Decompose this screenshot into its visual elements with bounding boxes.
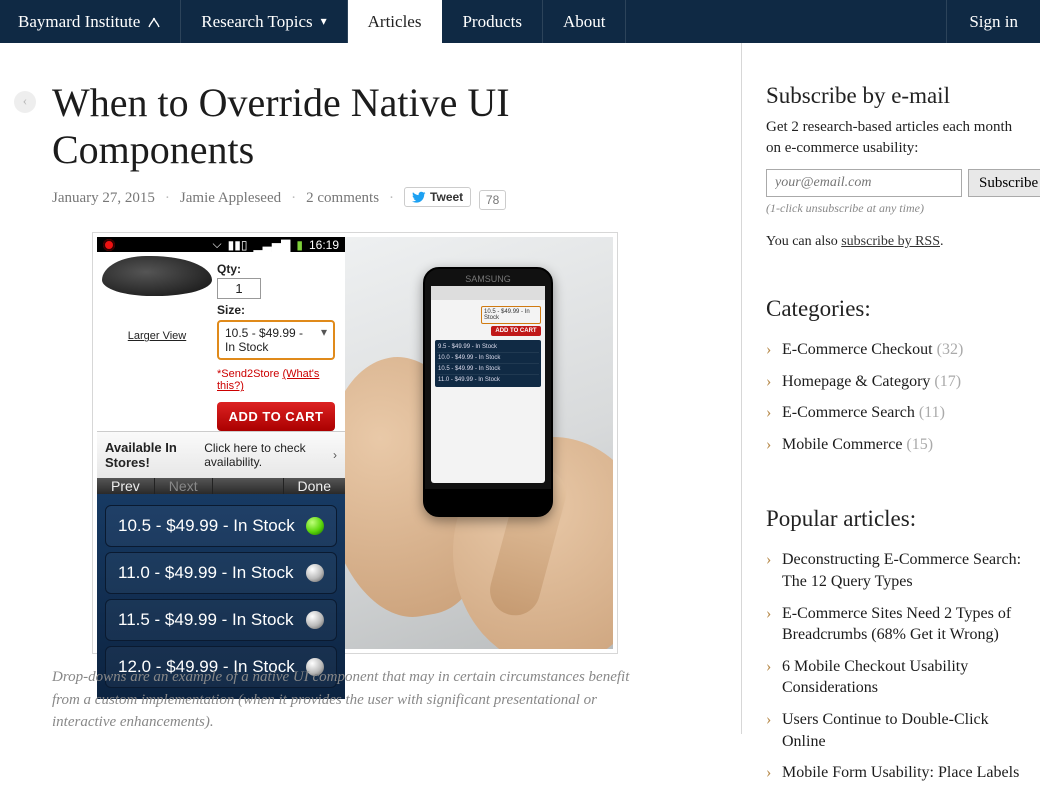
battery-icon: ▮ [296,238,303,252]
popular-item: 6 Mobile Checkout Usability Consideratio… [766,651,1022,704]
category-count: (32) [933,341,964,358]
popular-item: Users Continue to Double-Click Online [766,704,1022,757]
twitter-icon [412,190,426,204]
category-item: E-Commerce Search (11) [766,397,1022,429]
subscribe-block: Subscribe by e-mail Get 2 research-based… [766,83,1022,250]
picker-option: 11.0 - $49.99 - In Stock [105,552,337,594]
article-figure: ⌵ ▮▮▯ ▁▃▅▇ ▮ 16:19 Larger View Qty: [92,232,618,654]
popular-link[interactable]: Mobile Form Usability: Place Labels [782,764,1019,781]
add-to-cart-button: ADD TO CART [217,402,335,431]
radio-icon [306,517,324,535]
category-link[interactable]: Mobile Commerce [782,436,902,453]
bars-icon: ▁▃▅▇ [253,238,290,252]
subscribe-heading: Subscribe by e-mail [766,83,1022,109]
figure-phone-ui: ⌵ ▮▮▯ ▁▃▅▇ ▮ 16:19 Larger View Qty: [97,237,345,649]
logo-icon [146,14,162,30]
qty-label: Qty: [217,262,335,276]
article-main: ‹ When to Override Native UI Components … [52,43,742,734]
sidebar: Subscribe by e-mail Get 2 research-based… [742,43,1022,789]
picker-option: 11.5 - $49.99 - In Stock [105,599,337,641]
send2store-note: *Send2Store (What's this?) [217,368,335,392]
figure-caption: Drop-downs are an example of a native UI… [52,666,652,734]
radio-icon [306,611,324,629]
handheld-device: SAMSUNG 10.5 - $49.99 - In Stock ADD TO … [423,267,553,517]
wifi-icon: ⌵ [213,237,222,252]
logo[interactable]: Baymard Institute [0,0,181,43]
chevron-left-icon: ‹ [23,94,28,110]
available-in-stores-bar: Available In Stores! Click here to check… [97,431,345,478]
larger-view-link: Larger View [128,330,187,342]
categories-heading: Categories: [766,296,1022,322]
popular-item: Deconstructing E-Commerce Search: The 12… [766,544,1022,597]
android-status-bar: ⌵ ▮▮▯ ▁▃▅▇ ▮ 16:19 [97,237,345,252]
subscribe-description: Get 2 research-based articles each month… [766,117,1022,159]
category-item: Mobile Commerce (15) [766,429,1022,461]
tweet-label: Tweet [430,190,463,204]
radio-icon [306,564,324,582]
size-select: 10.5 - $49.99 - In Stock [217,320,335,360]
subscribe-button[interactable]: Subscribe [968,169,1040,197]
record-icon [103,239,115,251]
nav-spacer [626,0,946,43]
qty-input: 1 [217,278,261,299]
nav-item-research-topics[interactable]: Research Topics▾ [181,0,347,43]
category-count: (11) [915,404,945,421]
signal-icon: ▮▮▯ [228,238,248,252]
article-meta: January 27, 2015 · Jamie Appleseed · 2 c… [52,187,711,210]
category-link[interactable]: E-Commerce Search [782,404,915,421]
rss-line: You can also subscribe by RSS. [766,234,1022,250]
category-count: (15) [902,436,933,453]
article-comments-link[interactable]: 2 comments [306,190,379,207]
category-link[interactable]: Homepage & Category [782,373,930,390]
rss-link[interactable]: subscribe by RSS [841,234,940,249]
article-date: January 27, 2015 [52,190,155,207]
article-author[interactable]: Jamie Appleseed [180,190,281,207]
picker-option: 10.5 - $49.99 - In Stock [105,505,337,547]
popular-item: E-Commerce Sites Need 2 Types of Breadcr… [766,598,1022,651]
picker-done: Done [283,478,345,494]
nav-item-about[interactable]: About [543,0,627,43]
article-title: When to Override Native UI Components [52,79,711,173]
email-input[interactable] [766,169,962,197]
picker-next: Next [155,478,213,494]
prev-article-button[interactable]: ‹ [14,91,36,113]
popular-link[interactable]: 6 Mobile Checkout Usability Consideratio… [782,658,968,697]
popular-link[interactable]: Deconstructing E-Commerce Search: The 12… [782,551,1021,590]
article-header: ‹ When to Override Native UI Components … [52,79,711,210]
category-link[interactable]: E-Commerce Checkout [782,341,933,358]
chevron-right-icon: › [333,448,337,462]
popular-link[interactable]: E-Commerce Sites Need 2 Types of Breadcr… [782,605,1011,644]
popular-heading: Popular articles: [766,506,1022,532]
category-item: Homepage & Category (17) [766,366,1022,398]
unsubscribe-note: (1-click unsubscribe at any time) [766,201,1022,216]
product-image [102,256,212,296]
figure-photo: SAMSUNG 10.5 - $49.99 - In Stock ADD TO … [345,237,613,649]
category-item: E-Commerce Checkout (32) [766,334,1022,366]
nav-item-articles[interactable]: Articles [348,0,443,43]
popular-item: Mobile Form Usability: Place Labels [766,757,1022,789]
chevron-down-icon: ▾ [321,14,327,29]
nav-item-products[interactable]: Products [442,0,543,43]
category-count: (17) [930,373,961,390]
tweet-button[interactable]: Tweet [404,187,471,207]
picker-prev: Prev [97,478,155,494]
popular-block: Popular articles: Deconstructing E-Comme… [766,506,1022,788]
sign-in-link[interactable]: Sign in [946,0,1040,43]
popular-link[interactable]: Users Continue to Double-Click Online [782,711,989,750]
categories-block: Categories: E-Commerce Checkout (32)Home… [766,296,1022,460]
logo-text: Baymard Institute [18,12,140,32]
size-label: Size: [217,303,335,317]
picker-toolbar: Prev Next Done [97,478,345,494]
top-nav: Baymard Institute Research Topics▾Articl… [0,0,1040,43]
tweet-count: 78 [479,190,506,210]
status-time: 16:19 [309,238,339,252]
